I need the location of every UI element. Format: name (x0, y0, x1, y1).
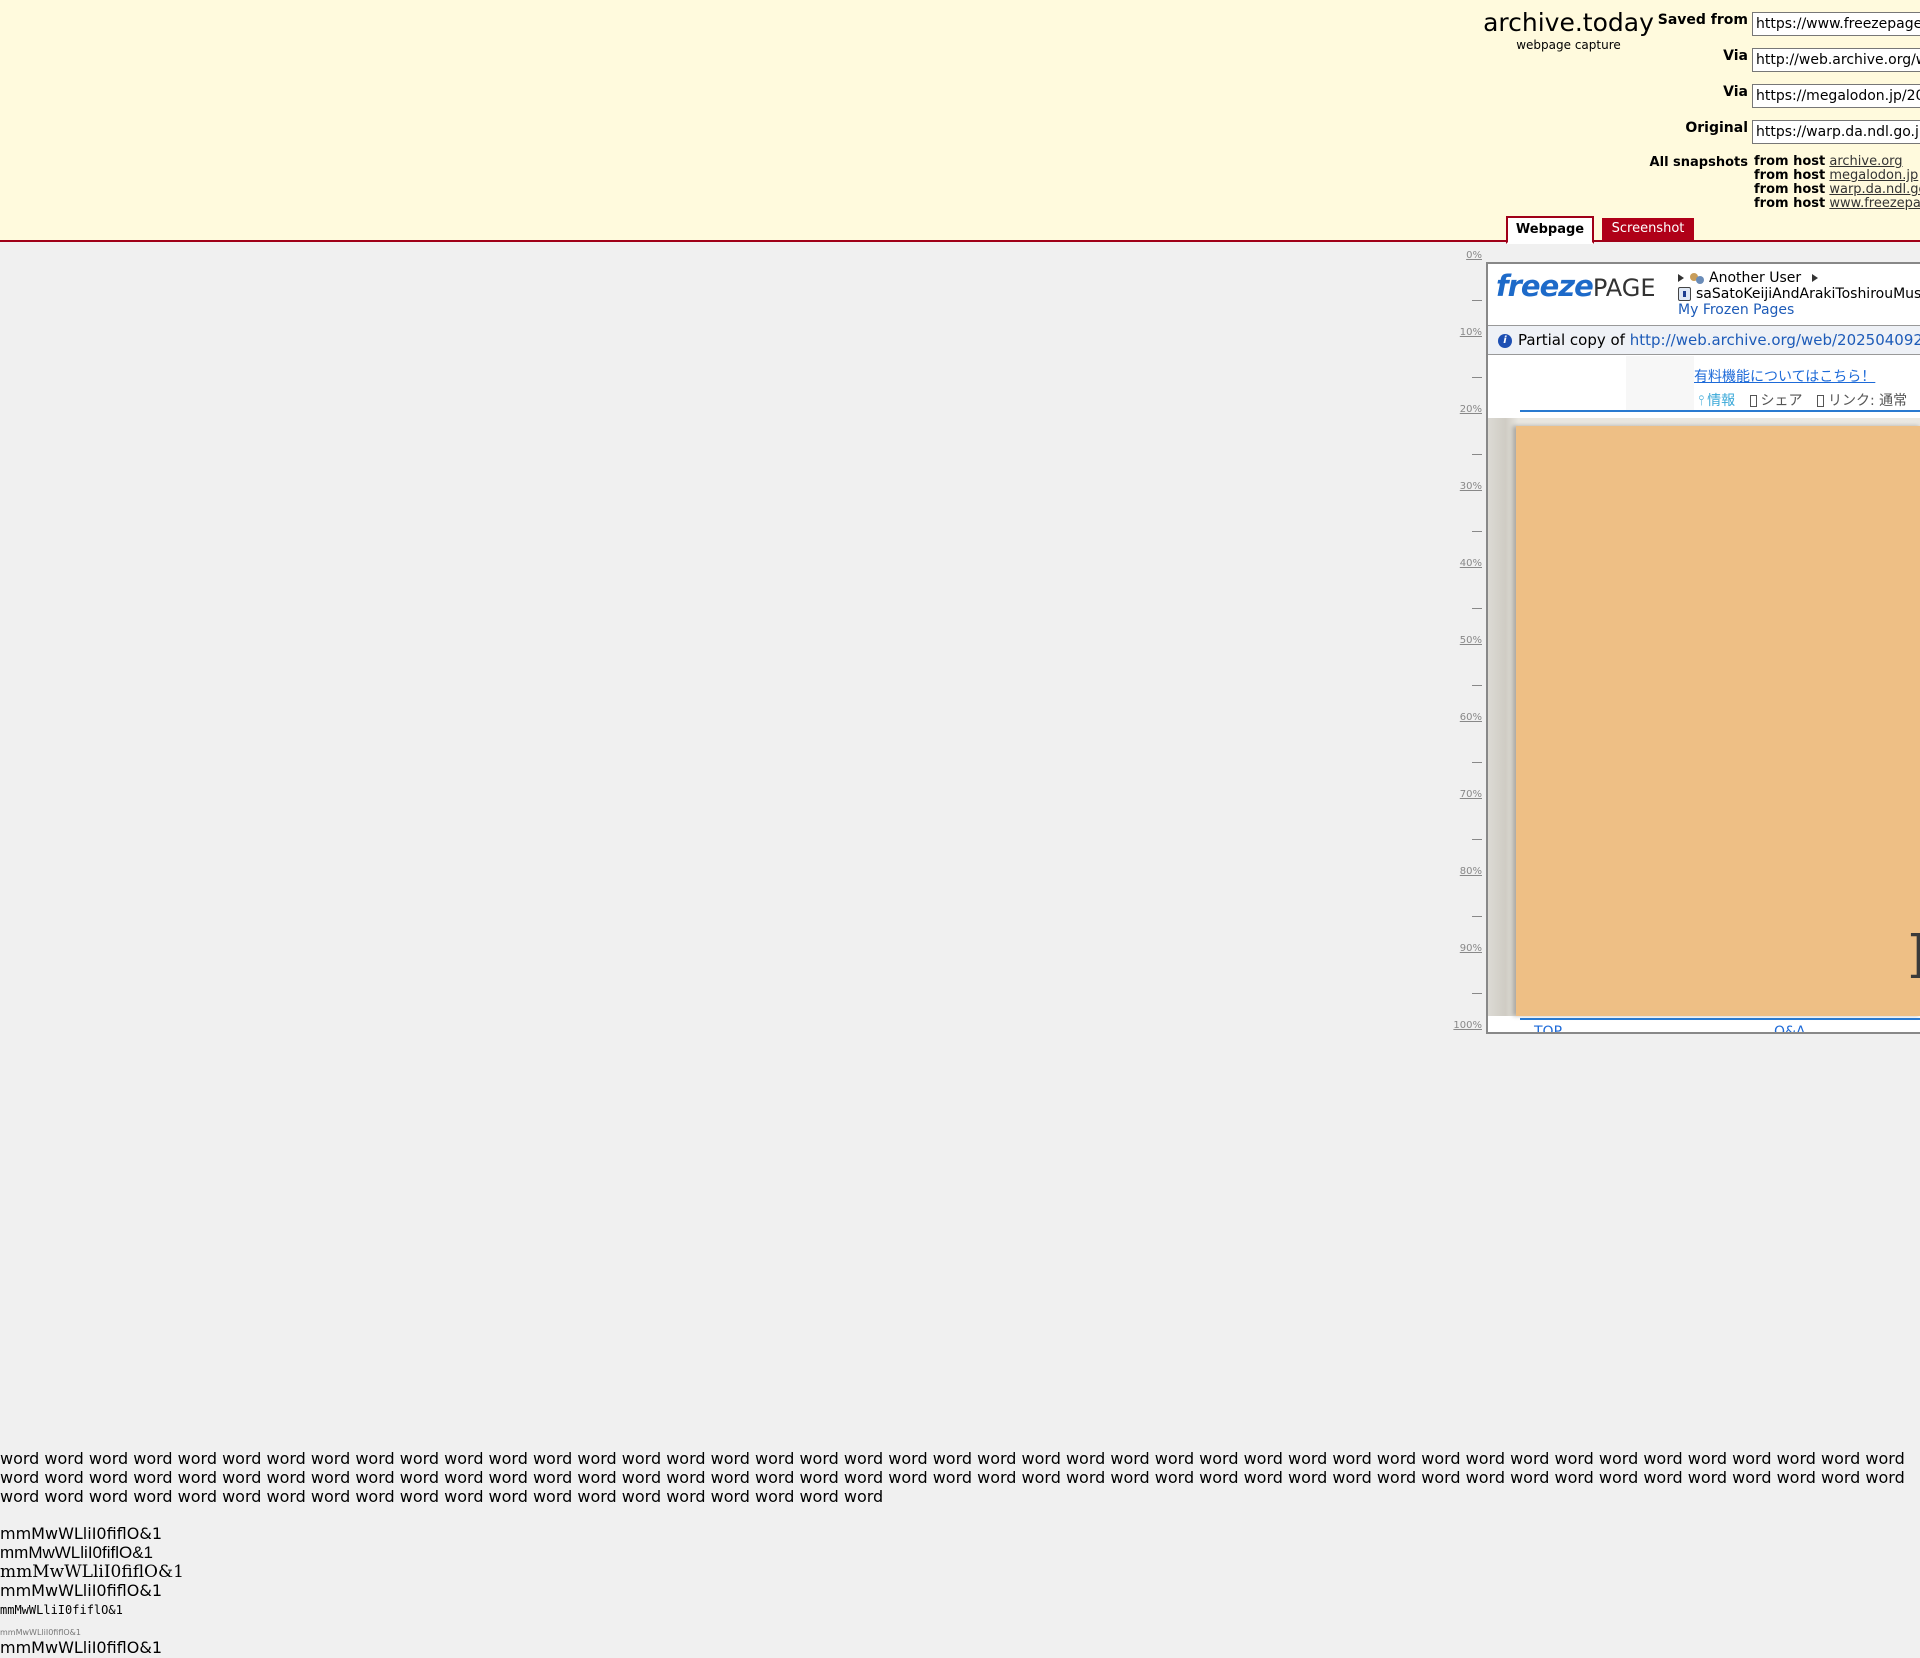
font-sample: mmMwWLliI0fiflO&1 (0, 1543, 154, 1562)
ruler-tick (1472, 762, 1482, 763)
toolbar-share-button[interactable]: シェア (1749, 393, 1803, 409)
ruler-tick (1472, 531, 1482, 532)
ruler-label[interactable]: 70% (1460, 789, 1482, 800)
snapshot-prefix: from host (1754, 168, 1826, 183)
my-frozen-row: My Frozen Pages (1678, 302, 1794, 318)
site-divider (1520, 1018, 1920, 1020)
captured-page-frame: freezePAGE Another User saSatoKeijiAndAr… (1486, 262, 1920, 1034)
freezepage-logo[interactable]: freezePAGE (1496, 269, 1656, 303)
partial-copy-link[interactable]: http://web.archive.org/web/2025040921371… (1630, 331, 1920, 349)
ruler-label[interactable]: 0% (1466, 250, 1482, 261)
clip-icon: ⫯ (1698, 393, 1705, 409)
ruler-tick (1472, 300, 1482, 301)
via-label-2: Via (1723, 84, 1748, 100)
word-line: word word word word word word word word … (0, 1468, 1905, 1487)
nav-top-link[interactable]: TOP (1534, 1024, 1562, 1032)
toolbar-info-button[interactable]: ⫯ 情報 (1698, 393, 1735, 409)
font-test-word-block: word word word word word word word word … (0, 1449, 1920, 1506)
ruler-label[interactable]: 80% (1460, 866, 1482, 877)
via-field-2[interactable]: https://megalodon.jp/2025 (1752, 84, 1920, 108)
ruler-tick (1472, 454, 1482, 455)
ruler-tick (1472, 377, 1482, 378)
toolbar-share-label: シェア (1760, 393, 1803, 409)
original-label: Original (1685, 120, 1748, 136)
partial-copy-bar: i Partial copy of http://web.archive.org/… (1488, 325, 1920, 355)
share-icon (1749, 395, 1757, 407)
via-field-1[interactable]: http://web.archive.org/web/ (1752, 48, 1920, 72)
saved-from-field[interactable]: https://www.freezepage.com/ (1752, 12, 1920, 36)
ruler-tick (1472, 685, 1482, 686)
toolbar-info-label: 情報 (1707, 393, 1736, 409)
original-field[interactable]: https://warp.da.ndl.go.jp/ (1752, 120, 1920, 144)
font-sample: mmMwWLliI0fiflO&1 (0, 1628, 81, 1637)
page-info-icon (1678, 287, 1691, 301)
tab-webpage[interactable]: Webpage (1506, 216, 1594, 244)
snapshot-row: from host megalodon.jp (1754, 169, 1920, 183)
snapshot-host-link[interactable]: www.freezepage.com (1829, 196, 1920, 211)
ruler-label[interactable]: 100% (1453, 1020, 1482, 1031)
site-logo-placeholder (1626, 356, 1694, 410)
ruler-tick (1472, 608, 1482, 609)
ruler-label[interactable]: 40% (1460, 558, 1482, 569)
book-cover-image: I (1516, 426, 1920, 1016)
scroll-ruler: 0% 10% 20% 30% 40% 50% 60% 70% 80% 90% 1… (1440, 250, 1484, 1031)
captured-site-content: 有料機能についてはこちら！ ⫯情報 シェア リンク: 通常 I TOP Q&A (1488, 356, 1920, 1032)
ruler-label[interactable]: 30% (1460, 481, 1482, 492)
book-cover-letter: I (1908, 926, 1920, 988)
word-line: word word word word word word word word … (0, 1449, 1905, 1468)
ruler-tick (1472, 916, 1482, 917)
link-icon (1817, 395, 1824, 407)
ruler-tick (1472, 839, 1482, 840)
partial-copy-label: Partial copy of (1518, 331, 1625, 349)
user-row: Another User (1678, 270, 1823, 286)
site-divider (1520, 410, 1920, 412)
font-sample: mmMwWLliI0fiflO&1 (0, 1562, 184, 1582)
ruler-label[interactable]: 60% (1460, 712, 1482, 723)
logo-freeze-text: freeze (1496, 269, 1594, 303)
page-row: saSatoKeijiAndArakiToshirouMusic (1678, 286, 1920, 302)
snapshot-host-link[interactable]: warp.da.ndl.go.jp (1829, 182, 1920, 197)
ruler-label[interactable]: 20% (1460, 404, 1482, 415)
snapshot-prefix: from host (1754, 182, 1826, 197)
ruler-tick (1472, 993, 1482, 994)
info-icon: i (1498, 333, 1512, 348)
font-sample: mmMwWLliI0fiflO&1 (0, 1524, 162, 1543)
logo-page-text: PAGE (1592, 274, 1656, 302)
toolbar-link-button[interactable]: リンク: 通常 (1817, 393, 1907, 409)
brand-title[interactable]: archive.today (1476, 8, 1661, 38)
toolbar-link-label: リンク: 通常 (1828, 393, 1908, 409)
user-name[interactable]: Another User (1709, 270, 1801, 286)
ruler-label[interactable]: 90% (1460, 943, 1482, 954)
tab-screenshot[interactable]: Screenshot (1602, 218, 1694, 240)
snapshot-host-link[interactable]: archive.org (1829, 154, 1902, 169)
triangle-right-icon (1678, 274, 1684, 282)
ruler-label[interactable]: 10% (1460, 327, 1482, 338)
users-icon (1689, 272, 1705, 285)
font-sample: mmMwWLliI0fiflO&1 (0, 1581, 162, 1600)
all-snapshots-label: All snapshots (1649, 155, 1748, 170)
triangle-right-icon (1811, 274, 1818, 282)
snapshot-row: from host warp.da.ndl.go.jp (1754, 183, 1920, 197)
nav-qa-link[interactable]: Q&A (1774, 1024, 1806, 1032)
via-label-1: Via (1723, 48, 1748, 64)
brand-subtitle: webpage capture (1516, 38, 1621, 52)
paid-features-link[interactable]: 有料機能についてはこちら！ (1694, 366, 1875, 386)
frozen-page-name[interactable]: saSatoKeijiAndArakiToshirouMusic (1696, 286, 1920, 302)
snapshot-prefix: from host (1754, 196, 1826, 211)
word-line: word word word word word word word word … (0, 1487, 884, 1506)
brand-logo[interactable]: archive.today webpage capture (1476, 8, 1661, 52)
my-frozen-pages-link[interactable]: My Frozen Pages (1678, 302, 1794, 318)
snapshot-prefix: from host (1754, 154, 1826, 169)
snapshot-list: from host archive.org from host megalodo… (1754, 155, 1920, 211)
font-sample: mmMwWLliI0fiflO&1 (0, 1638, 162, 1657)
snapshot-row: from host www.freezepage.com (1754, 197, 1920, 211)
snapshot-host-link[interactable]: megalodon.jp (1829, 168, 1918, 183)
font-sample: mmMwWLliI0fiflO&1 (0, 1603, 123, 1617)
saved-from-label: Saved from (1657, 12, 1748, 28)
ruler-label[interactable]: 50% (1460, 635, 1482, 646)
archive-header: archive.today webpage capture Saved from… (0, 0, 1920, 244)
site-toolbar: ⫯ 情報 シェア リンク: 通常 (1698, 390, 1917, 410)
snapshot-row: from host archive.org (1754, 155, 1920, 169)
